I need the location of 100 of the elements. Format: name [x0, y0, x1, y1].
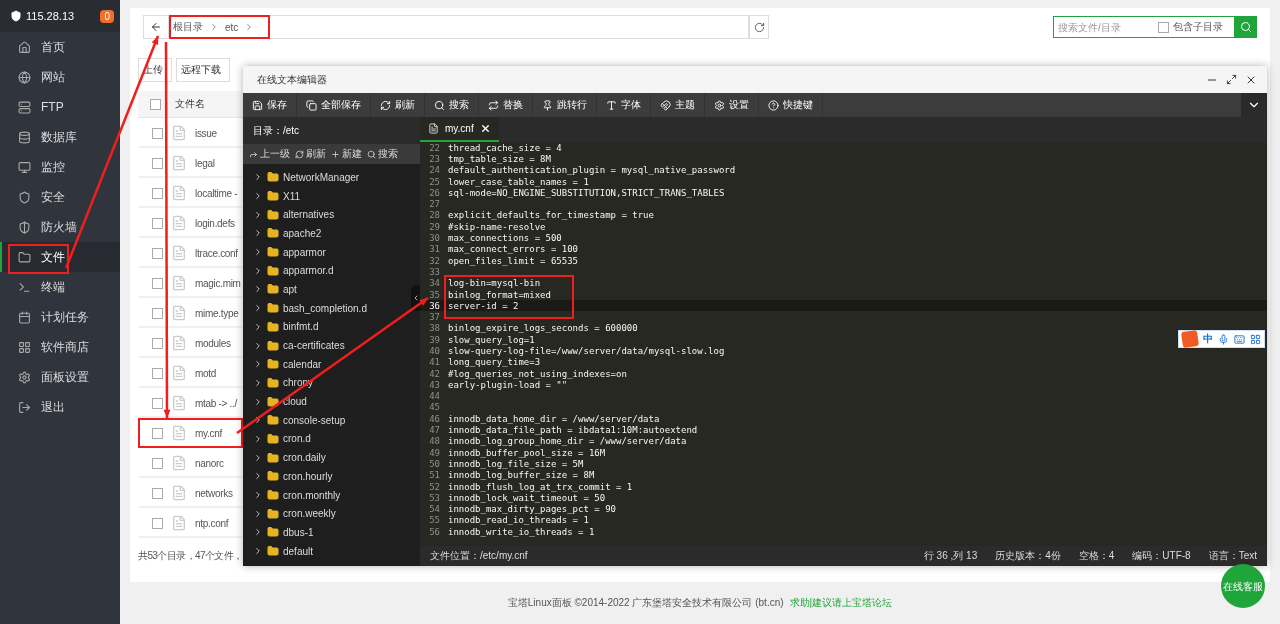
tree-item[interactable]: dbus-1 [283, 526, 314, 538]
sidebar-item[interactable]: 文件 [0, 242, 120, 272]
sidebar-item[interactable]: FTP [0, 92, 120, 122]
tree-item[interactable]: ca-certificates [283, 340, 345, 352]
file-name[interactable]: login.defs [195, 217, 235, 229]
tree-item[interactable]: default [283, 545, 314, 557]
tree-item[interactable]: cloud [283, 396, 307, 408]
checkbox[interactable] [152, 157, 163, 169]
breadcrumb-link[interactable]: etc [225, 21, 239, 33]
chevron-icon[interactable] [253, 191, 263, 202]
chevron-icon[interactable] [253, 508, 263, 519]
sidebar-item[interactable]: 终端 [0, 272, 120, 302]
chevron-icon[interactable] [253, 415, 263, 426]
keyboard-icon[interactable] [1234, 333, 1245, 345]
checkbox[interactable] [152, 457, 163, 469]
checkbox[interactable] [152, 367, 163, 379]
tree-item[interactable]: apache2 [283, 227, 322, 239]
file-name[interactable]: issue [195, 127, 217, 139]
back-button[interactable] [143, 15, 169, 39]
checkbox[interactable] [150, 98, 161, 110]
collapse-button[interactable] [1241, 93, 1267, 117]
tree-item[interactable]: apparmor [283, 246, 326, 258]
file-name[interactable]: mtab -> ../ [195, 397, 237, 409]
tree-action-button[interactable]: 上一级 [249, 147, 290, 161]
checkbox[interactable] [152, 487, 163, 499]
sidebar-item[interactable]: 监控 [0, 152, 120, 182]
chevron-icon[interactable] [253, 471, 263, 482]
checkbox[interactable] [152, 247, 163, 259]
toolbar-button[interactable]: 远程下载 [176, 58, 230, 82]
checkbox[interactable] [152, 217, 163, 229]
tree-item[interactable]: cron.daily [283, 452, 326, 464]
tree-action-button[interactable]: 新建 [331, 147, 362, 161]
tree-item[interactable]: alternatives [283, 209, 335, 221]
tree-action-button[interactable]: 刷新 [295, 147, 326, 161]
checkbox[interactable] [152, 337, 163, 349]
checkbox[interactable] [152, 517, 163, 529]
tree-item[interactable]: cron.weekly [283, 508, 336, 520]
microphone-icon[interactable] [1218, 333, 1229, 345]
file-name[interactable]: localtime - [195, 187, 238, 199]
collapse-panel-button[interactable] [411, 285, 420, 311]
sidebar-item[interactable]: 软件商店 [0, 332, 120, 362]
tree-item[interactable]: binfmt.d [283, 321, 319, 333]
sidebar-item[interactable]: 计划任务 [0, 302, 120, 332]
chevron-icon[interactable] [253, 209, 263, 220]
chevron-icon[interactable] [253, 228, 263, 239]
input-mode[interactable]: 中 [1203, 332, 1213, 346]
chevron-icon[interactable] [253, 527, 263, 538]
chevron-icon[interactable] [253, 321, 263, 332]
tree-item[interactable]: cron.d [283, 433, 311, 445]
checkbox[interactable] [152, 277, 163, 289]
chevron-icon[interactable] [253, 396, 263, 407]
chevron-icon[interactable] [253, 546, 263, 557]
checkbox[interactable] [152, 427, 163, 439]
chevron-icon[interactable] [253, 284, 263, 295]
file-name[interactable]: networks [195, 487, 233, 499]
chevron-icon[interactable] [253, 265, 263, 276]
tree-item[interactable]: X11 [283, 190, 301, 202]
sidebar-item[interactable]: 数据库 [0, 122, 120, 152]
sidebar-item[interactable]: 面板设置 [0, 362, 120, 392]
chevron-icon[interactable] [253, 359, 263, 370]
file-name[interactable]: magic.mim [195, 277, 241, 289]
grid-icon[interactable] [1250, 333, 1261, 345]
chevron-icon[interactable] [253, 490, 263, 501]
close-icon[interactable] [479, 123, 491, 134]
chevron-icon[interactable] [253, 247, 263, 258]
checkbox[interactable] [152, 187, 163, 199]
sidebar-item[interactable]: 网站 [0, 62, 120, 92]
chevron-icon[interactable] [253, 303, 263, 314]
sidebar-item[interactable]: 安全 [0, 182, 120, 212]
file-name[interactable]: mime.type [195, 307, 239, 319]
file-name[interactable]: legal [195, 157, 215, 169]
tree-item[interactable]: NetworkManager [283, 171, 360, 183]
file-name[interactable]: nanorc [195, 457, 224, 469]
breadcrumb-link[interactable]: 根目录 [173, 20, 203, 34]
tree-item[interactable]: calendar [283, 358, 322, 370]
tree-item[interactable]: console-setup [283, 414, 346, 426]
tree-item[interactable]: bash_completion.d [283, 302, 367, 314]
sidebar-item[interactable]: 防火墙 [0, 212, 120, 242]
search-field[interactable]: 搜索文件/目录 包含子目录 [1053, 16, 1235, 38]
path-bar[interactable]: 根目录 etc [169, 15, 749, 39]
chevron-icon[interactable] [253, 172, 263, 183]
checkbox[interactable] [152, 127, 163, 139]
file-name[interactable]: modules [195, 337, 231, 349]
tree-action-button[interactable]: 搜索 [367, 147, 398, 161]
file-name[interactable]: ntp.conf [195, 517, 229, 529]
chevron-icon[interactable] [253, 452, 263, 463]
file-name[interactable]: my.cnf [195, 427, 222, 439]
maximize-icon[interactable] [1226, 74, 1237, 85]
tree-item[interactable]: cron.monthly [283, 489, 341, 501]
sidebar-item[interactable]: 首页 [0, 32, 120, 62]
chevron-icon[interactable] [253, 377, 263, 388]
refresh-button[interactable] [749, 15, 769, 39]
file-row[interactable]: my.cnf [138, 418, 243, 448]
file-name[interactable]: motd [195, 367, 217, 379]
file-tab[interactable]: my.cnf [420, 117, 499, 142]
chevron-icon[interactable] [253, 433, 263, 444]
tree-item[interactable]: apt [283, 283, 297, 295]
checkbox[interactable] [152, 307, 163, 319]
sidebar-item[interactable]: 退出 [0, 392, 120, 422]
checkbox[interactable] [152, 397, 163, 409]
